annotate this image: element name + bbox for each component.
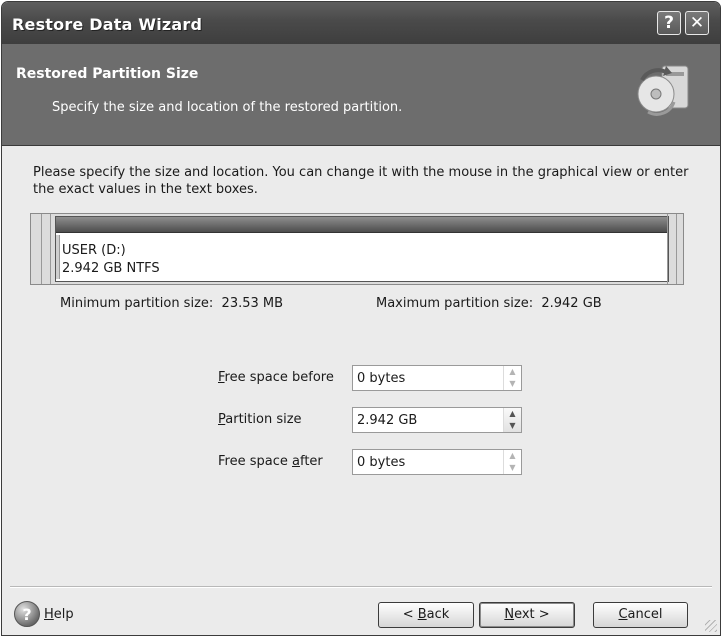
free-space-before-value: 0 bytes [357,371,406,386]
partition-name: USER (D:) [62,243,126,258]
spin-up-icon[interactable]: ▲ [504,408,521,420]
resize-grip[interactable] [705,620,717,632]
free-space-after-input[interactable]: 0 bytes ▲ ▼ [352,449,522,475]
next-button[interactable]: Next > [479,602,575,628]
partition-size-label: Partition size [218,412,302,427]
max-size-label: Maximum partition size: [376,296,534,311]
spin-down-icon[interactable]: ▼ [504,378,521,390]
restore-wizard-window: Restore Data Wizard ? ✕ Restored Partiti… [1,1,721,636]
min-size-value: 23.53 MB [221,296,284,311]
partition-usage-bar [56,217,668,233]
partition-size-fs: 2.942 GB NTFS [62,261,160,276]
partition-block[interactable]: USER (D:) 2.942 GB NTFS [55,216,669,282]
restore-disk-icon [637,65,689,116]
spin-down-icon[interactable]: ▼ [504,420,521,432]
free-space-after-value: 0 bytes [357,455,406,470]
max-size-value: 2.942 GB [541,296,602,311]
question-icon: ? [664,13,674,33]
min-size-label: Minimum partition size: [60,296,214,311]
partition-resize-handle[interactable] [56,235,60,279]
wizard-header: Restored Partition Size Specify the size… [2,44,720,146]
free-space-after-row: Free space after 0 bytes ▲ ▼ [218,449,528,475]
spin-up-icon[interactable]: ▲ [504,366,521,378]
free-space-after-spinner[interactable]: ▲ ▼ [503,450,521,474]
close-icon: ✕ [689,13,705,33]
help-link[interactable]: Help [44,607,74,622]
free-space-before-input[interactable]: 0 bytes ▲ ▼ [352,365,522,391]
partition-size-spinner[interactable]: ▲ ▼ [503,408,521,432]
free-space-before-label: Free space before [218,370,334,385]
cancel-button[interactable]: Cancel [593,602,688,628]
max-partition-size: Maximum partition size: 2.942 GB [376,296,602,311]
instruction-text: Please specify the size and location. Yo… [33,165,689,197]
free-space-before-row: Free space before 0 bytes ▲ ▼ [218,365,528,391]
free-space-before-area[interactable] [41,214,51,284]
partition-size-input[interactable]: 2.942 GB ▲ ▼ [352,407,522,433]
back-button[interactable]: < Back [378,602,474,628]
close-button[interactable]: ✕ [685,11,709,35]
spin-up-icon[interactable]: ▲ [504,450,521,462]
partition-size-row: Partition size 2.942 GB ▲ ▼ [218,407,528,433]
min-partition-size: Minimum partition size: 23.53 MB [60,296,283,311]
free-space-after-label: Free space after [218,454,323,469]
spin-down-icon[interactable]: ▼ [504,462,521,474]
footer-divider [10,586,712,588]
partition-size-value: 2.942 GB [357,413,418,428]
page-title: Restored Partition Size [16,66,199,82]
disk-graphical-view[interactable]: USER (D:) 2.942 GB NTFS [30,213,684,285]
free-space-after-area[interactable] [667,214,677,284]
free-space-before-spinner[interactable]: ▲ ▼ [503,366,521,390]
help-icon[interactable]: ? [14,601,40,627]
page-subtitle: Specify the size and location of the res… [52,100,403,115]
title-help-button[interactable]: ? [657,11,681,35]
title-bar[interactable]: Restore Data Wizard ? ✕ [2,2,720,44]
window-title: Restore Data Wizard [12,15,203,34]
